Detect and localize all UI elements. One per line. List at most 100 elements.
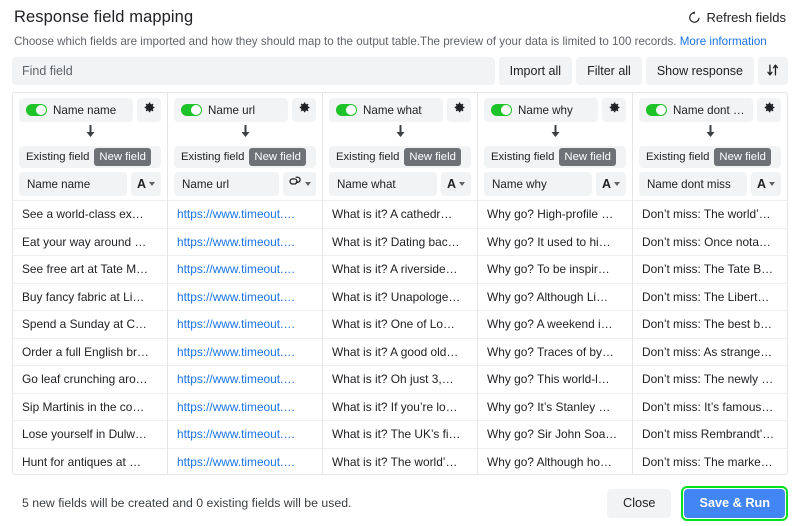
chevron-down-icon [769,182,776,187]
mapping-mode-segmented: Existing field New field [329,146,471,169]
new-field-option[interactable]: New field [714,148,771,167]
preview-cell: Order a full English br… [13,337,167,366]
mapping-arrow [329,122,471,146]
preview-cell-link[interactable]: https://www.timeout.… [168,200,322,228]
preview-cell-link[interactable]: https://www.timeout.… [168,255,322,283]
field-enable-toggle[interactable]: Name why [484,98,598,123]
preview-cell-text: https://www.timeout.… [177,344,296,359]
preview-cell: Don’t miss: The Libert… [633,282,787,311]
new-field-option[interactable]: New field [404,148,461,167]
text-type-icon: A [136,176,147,191]
dialog-footer: 5 new fields will be created and 0 exist… [0,480,800,526]
preview-cell-link[interactable]: https://www.timeout.… [168,310,322,338]
preview-cell-link[interactable]: https://www.timeout.… [168,337,322,366]
import-all-button[interactable]: Import all [498,57,573,86]
preview-cell-link[interactable]: https://www.timeout.… [168,227,322,256]
preview-cell: Don’t miss: The world’… [633,200,787,228]
find-field-input[interactable]: Find field [12,57,495,86]
field-name-input[interactable]: Name url [174,172,279,197]
more-information-link[interactable]: More information [680,35,767,48]
existing-field-option[interactable]: Existing field [21,148,94,166]
new-field-option[interactable]: New field [249,148,306,167]
preview-cell: Don’t miss: The Tate B… [633,255,787,283]
field-type-select[interactable] [283,172,316,197]
preview-cell-text: Don’t miss: The marke… [642,454,773,469]
field-name-row: Name what A [329,172,471,197]
field-type-select[interactable]: A [131,172,161,197]
toggle-on-icon [646,104,667,117]
preview-cell-text: Sip Martinis in the co… [22,399,145,414]
field-settings-button[interactable] [602,98,626,123]
existing-field-option[interactable]: Existing field [486,148,559,166]
field-column-header: Name what Existing field New field Name wha… [323,93,477,200]
preview-cell: Don’t miss: The best b… [633,310,787,338]
preview-cell-text: Why go? To be inspir… [487,262,610,277]
existing-field-option[interactable]: Existing field [176,148,249,166]
preview-cell-link[interactable]: https://www.timeout.… [168,365,322,393]
preview-cell: Don’t miss: As strange… [633,337,787,366]
preview-cell-text: Don’t miss: The best b… [642,317,772,332]
field-settings-button[interactable] [447,98,471,123]
preview-cell-link[interactable]: https://www.timeout.… [168,420,322,448]
page-title: Response field mapping [14,8,194,26]
preview-cell-text: https://www.timeout.… [177,317,296,332]
field-settings-button[interactable] [757,98,781,123]
preview-cell: Why go? Although ho… [478,447,632,475]
field-type-select[interactable]: A [596,172,626,197]
new-field-option[interactable]: New field [559,148,616,167]
field-enable-toggle[interactable]: Name what [329,98,443,123]
field-settings-button[interactable] [292,98,316,123]
field-toggle-row: Name dont mi... [639,98,781,123]
preview-cell-text: Lose yourself in Dulw… [22,427,147,442]
field-name-input[interactable]: Name why [484,172,592,197]
preview-cell: What is it? Dating bac… [323,227,477,256]
field-name-input[interactable]: Name name [19,172,127,197]
field-type-select[interactable]: A [751,172,781,197]
save-and-run-highlight: Save & Run [681,485,788,521]
field-type-select[interactable]: A [441,172,471,197]
existing-field-option[interactable]: Existing field [331,148,404,166]
sort-icon [766,63,780,80]
field-toggle-label: Name dont mi... [673,103,746,117]
field-toggle-label: Name why [518,103,573,117]
preview-cell-text: Don’t miss: Once nota… [642,234,771,249]
preview-cell-text: https://www.timeout.… [177,399,296,414]
preview-cell-text: https://www.timeout.… [177,427,296,442]
new-field-option[interactable]: New field [94,148,151,167]
field-enable-toggle[interactable]: Name dont mi... [639,98,753,123]
field-name-input[interactable]: Name dont miss [639,172,747,197]
field-column: Name name Existing field New field Name nam… [13,93,168,475]
close-button[interactable]: Close [607,488,672,518]
preview-cell: Why go? It’s Stanley … [478,392,632,421]
field-name-row: Name dont miss A [639,172,781,197]
save-and-run-button[interactable]: Save & Run [684,488,785,518]
field-toggle-row: Name why [484,98,626,123]
preview-cell-text: What is it? Oh just 3,… [332,372,454,387]
preview-cell-text: Order a full English br… [22,344,149,359]
preview-cell-text: Why go? Traces of by… [487,344,614,359]
fields-toolbar: Find field Import all Filter all Show re… [0,49,800,86]
refresh-fields-button[interactable]: Refresh fields [688,10,786,25]
preview-cell-text: Why go? High-profile … [487,207,614,222]
preview-cell-link[interactable]: https://www.timeout.… [168,447,322,475]
preview-cell-link[interactable]: https://www.timeout.… [168,392,322,421]
field-name-input[interactable]: Name what [329,172,437,197]
sort-button[interactable] [758,57,788,86]
preview-cell: Why go? This world-l… [478,365,632,393]
existing-field-option[interactable]: Existing field [641,148,714,166]
text-type-icon: A [756,176,767,191]
preview-cell-text: Don’t miss: It’s famous… [642,399,774,414]
show-response-button[interactable]: Show response [645,57,754,86]
chevron-down-icon [149,182,156,187]
field-enable-toggle[interactable]: Name name [19,98,133,123]
preview-cell-link[interactable]: https://www.timeout.… [168,282,322,311]
filter-all-button[interactable]: Filter all [576,57,642,86]
response-field-mapping-dialog: Response field mapping Refresh fields Ch… [0,0,800,526]
field-settings-button[interactable] [137,98,161,123]
preview-cell-text: What is it? If you’re lo… [332,399,458,414]
field-preview-cells: What is it? A cathedr… What is it? Dating… [323,200,477,474]
dialog-subtitle: Choose which fields are imported and how… [0,27,800,49]
field-preview-cells: Don’t miss: The world’… Don’t miss: Once … [633,200,787,474]
field-column: Name dont mi... Existing fieldNew field Na… [633,93,787,474]
field-enable-toggle[interactable]: Name url [174,98,288,123]
